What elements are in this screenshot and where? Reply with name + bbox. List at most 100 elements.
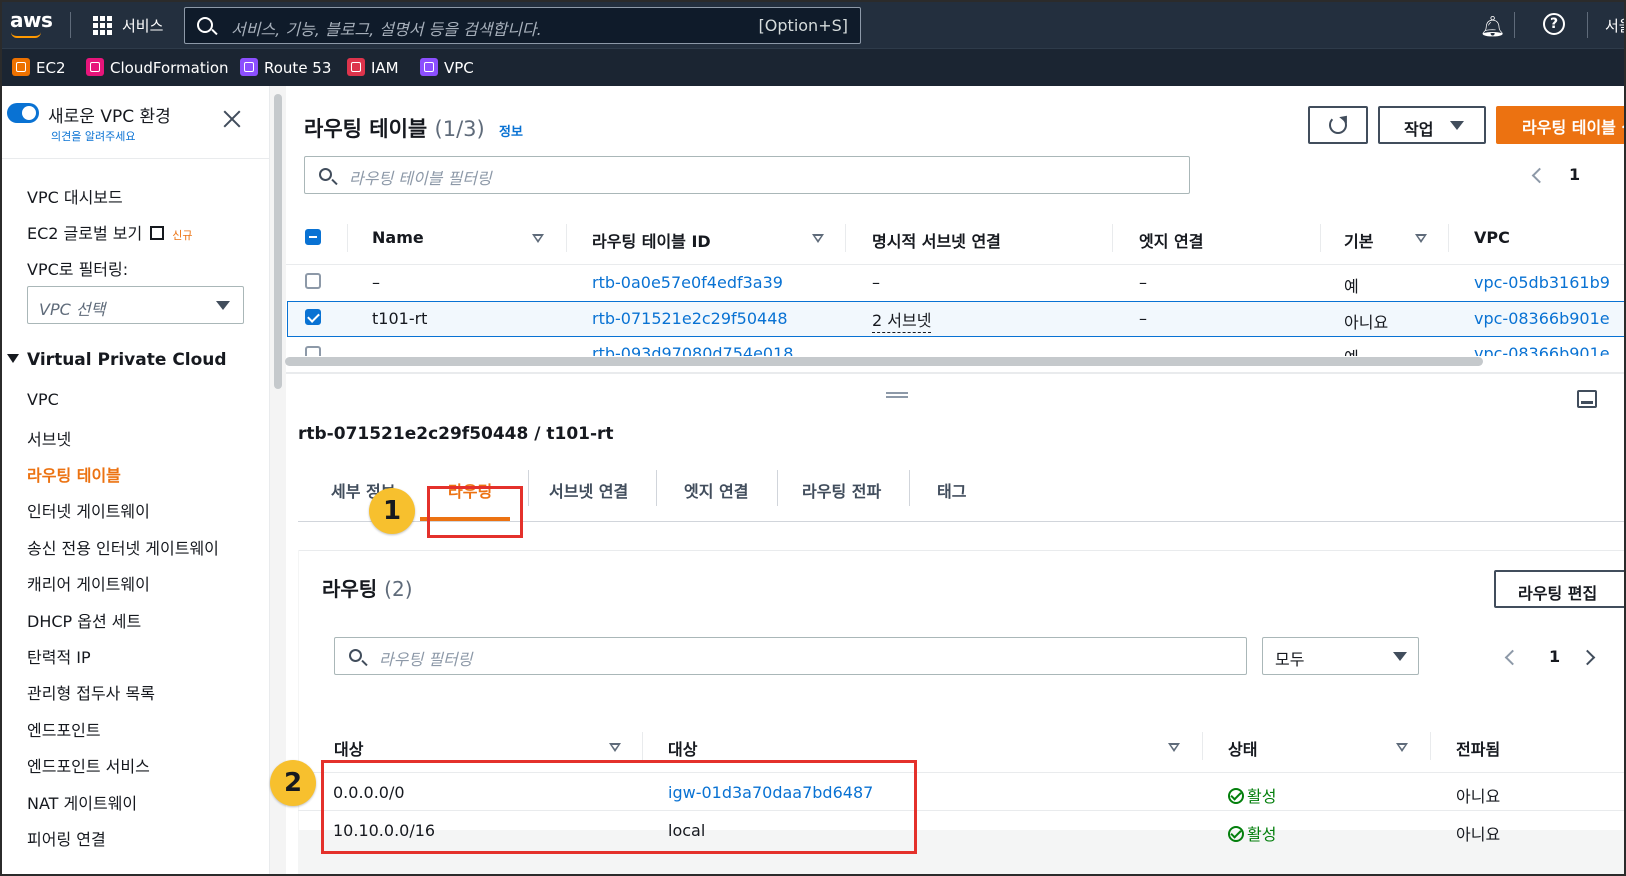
page-number[interactable]: 1 <box>1569 165 1580 184</box>
favorite-iam[interactable]: IAM <box>347 58 399 77</box>
favorite-vpc[interactable]: VPC <box>420 58 474 77</box>
tab-divider <box>909 470 910 506</box>
row-checkbox[interactable] <box>305 309 321 325</box>
column-divider <box>347 224 348 252</box>
global-search-input[interactable]: 서비스, 기능, 블로그, 설명서 등을 검색합니다. [Option+S] <box>184 7 861 44</box>
sidebar-item-elastic-ips[interactable]: 탄력적 IP <box>27 644 91 668</box>
tab-route-propagation[interactable]: 라우팅 전파 <box>802 478 881 502</box>
sidebar-scrollbar[interactable] <box>274 94 282 389</box>
row-checkbox[interactable] <box>305 346 321 356</box>
refresh-button[interactable] <box>1308 106 1368 144</box>
vpc-filter-select[interactable]: VPC 선택 <box>27 286 244 324</box>
route-table-id-link[interactable]: rtb-093d97080d754e018 <box>592 344 793 356</box>
tab-divider <box>656 470 657 506</box>
sidebar-item-endpoint-services[interactable]: 엔드포인트 서비스 <box>27 753 150 777</box>
services-menu[interactable]: 서비스 <box>122 15 163 36</box>
nav-divider <box>1514 12 1515 38</box>
search-placeholder: 서비스, 기능, 블로그, 설명서 등을 검색합니다. <box>231 20 542 39</box>
column-header-vpc[interactable]: VPC <box>1474 228 1510 247</box>
new-badge: 신규 <box>172 229 193 242</box>
tab-edge-associations[interactable]: 엣지 연결 <box>684 478 748 502</box>
close-icon[interactable] <box>222 108 242 128</box>
feedback-link[interactable]: 의견을 알려주세요 <box>51 128 135 144</box>
column-header-edge[interactable]: 엣지 연결 <box>1139 228 1203 252</box>
column-header-destination[interactable]: 대상 <box>334 736 363 760</box>
routes-scope-select[interactable]: 모두 <box>1262 637 1419 675</box>
region-selector[interactable]: 서울 <box>1605 15 1624 36</box>
create-route-table-button[interactable]: 라우팅 테이블 생성 <box>1496 106 1624 144</box>
sidebar-item-prefix-lists[interactable]: 관리형 접두사 목록 <box>27 680 155 704</box>
vpc-id-link[interactable]: vpc-08366b901e <box>1474 309 1610 328</box>
table-cell-edge: – <box>1139 309 1147 328</box>
table-cell-edge: – <box>1139 273 1147 292</box>
select-all-checkbox[interactable] <box>305 229 321 245</box>
iam-icon <box>347 58 365 76</box>
column-header-target[interactable]: 대상 <box>668 736 697 760</box>
nav-divider <box>1587 12 1588 38</box>
sidebar-item-vpc[interactable]: VPC <box>27 390 59 409</box>
sidebar-item-nat-gateways[interactable]: NAT 게이트웨이 <box>27 790 137 814</box>
tab-tags[interactable]: 태그 <box>937 478 966 502</box>
panel-position-icon[interactable] <box>1577 390 1597 408</box>
column-header-propagated[interactable]: 전파됨 <box>1456 736 1500 760</box>
aws-logo[interactable]: aws <box>10 8 53 32</box>
sidebar-item-endpoints[interactable]: 엔드포인트 <box>27 717 101 741</box>
sidebar-section-vpc[interactable]: Virtual Private Cloud <box>7 350 227 370</box>
column-header-name[interactable]: Name <box>372 228 424 247</box>
ec2-icon <box>12 58 30 76</box>
new-vpc-toggle[interactable] <box>7 103 39 123</box>
table-row-selected[interactable] <box>287 301 1624 337</box>
sort-icon[interactable] <box>1415 234 1427 243</box>
routes-page-number[interactable]: 1 <box>1549 647 1560 666</box>
sort-icon[interactable] <box>532 234 544 243</box>
sort-icon[interactable] <box>1168 743 1180 752</box>
column-divider <box>1320 224 1321 252</box>
notifications-bell-icon[interactable]: 🔔︎ <box>1480 14 1505 38</box>
sidebar-item-ec2-global[interactable]: EC2 글로벌 보기 신규 <box>27 220 192 244</box>
sidebar-item-peering[interactable]: 피어링 연결 <box>27 826 106 850</box>
favorite-route53[interactable]: Route 53 <box>240 58 331 77</box>
favorite-cloudformation[interactable]: CloudFormation <box>86 58 229 77</box>
favorite-ec2[interactable]: EC2 <box>12 58 66 77</box>
sidebar-item-route-tables[interactable]: 라우팅 테이블 <box>27 462 121 486</box>
vpc-id-link[interactable]: vpc-05db3161b9 <box>1474 273 1610 292</box>
sidebar-item-dashboard[interactable]: VPC 대시보드 <box>27 184 123 208</box>
sidebar-item-internet-gateways[interactable]: 인터넷 게이트웨이 <box>27 498 150 522</box>
sidebar-item-egress-only-igw[interactable]: 송신 전용 인터넷 게이트웨이 <box>27 535 219 559</box>
route-table-id-link[interactable]: rtb-071521e2c29f50448 <box>592 309 788 328</box>
caret-down-icon <box>1450 121 1464 130</box>
sidebar-item-carrier-gateways[interactable]: 캐리어 게이트웨이 <box>27 571 150 595</box>
route-propagated: 아니요 <box>1456 825 1501 844</box>
sidebar-item-dhcp-options[interactable]: DHCP 옵션 세트 <box>27 608 141 632</box>
resize-handle-icon[interactable] <box>886 392 908 398</box>
tab-divider <box>528 470 529 506</box>
column-header-explicit-subnets[interactable]: 명시적 서브넷 연결 <box>872 228 1001 252</box>
help-icon[interactable]: ? <box>1543 13 1565 35</box>
route-table-id-link[interactable]: rtb-0a0e57e0f4edf3a39 <box>592 273 783 292</box>
column-divider <box>1202 732 1203 760</box>
page-title: 라우팅 테이블 (1/3) <box>304 117 485 141</box>
sort-icon[interactable] <box>609 743 621 752</box>
subnet-associations-popover[interactable]: 2 서브넷 <box>872 307 932 333</box>
column-header-route-table-id[interactable]: 라우팅 테이블 ID <box>592 228 711 252</box>
services-grid-icon[interactable] <box>93 16 112 35</box>
table-header-divider <box>286 264 1624 265</box>
row-checkbox[interactable] <box>305 273 321 289</box>
column-header-main[interactable]: 기본 <box>1344 228 1373 252</box>
sidebar: 새로운 VPC 환경 의견을 알려주세요 VPC 대시보드 EC2 글로벌 보기… <box>2 86 270 874</box>
routes-filter-input[interactable]: 라우팅 필터링 <box>334 637 1247 675</box>
info-link[interactable]: 정보 <box>499 121 523 140</box>
actions-dropdown-button[interactable]: 작업 <box>1378 106 1486 144</box>
sidebar-item-subnets[interactable]: 서브넷 <box>27 426 71 450</box>
sort-icon[interactable] <box>1396 743 1408 752</box>
tab-subnet-associations[interactable]: 서브넷 연결 <box>549 478 628 502</box>
route-table-filter-input[interactable]: 라우팅 테이블 필터링 <box>304 156 1190 194</box>
table-cell-main: 아니요 <box>1344 313 1389 332</box>
column-header-status[interactable]: 상태 <box>1228 736 1257 760</box>
table-horizontal-scrollbar[interactable] <box>285 357 1483 366</box>
route53-icon <box>240 58 258 76</box>
sort-icon[interactable] <box>812 234 824 243</box>
edit-routes-button[interactable]: 라우팅 편집 <box>1494 570 1624 608</box>
column-divider <box>566 224 567 252</box>
vpc-id-link[interactable]: vpc-08366b901e <box>1474 344 1610 356</box>
